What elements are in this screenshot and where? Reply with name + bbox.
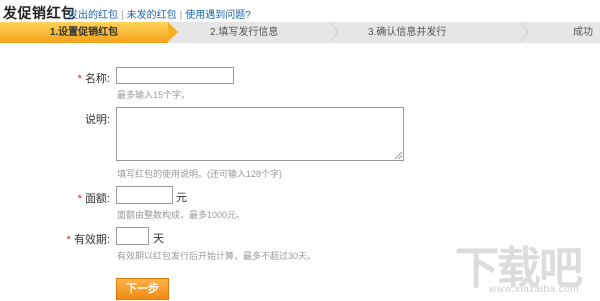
step-divider-icon <box>329 21 339 42</box>
description-label: 说明: <box>30 111 110 127</box>
page-header: 发促销红包 发出的红包 | 未发的红包 | 使用遇到问题? <box>0 0 600 22</box>
watermark-logo: 下载吧 www.xiazaiba.com <box>455 232 595 300</box>
name-hint: 最多输入15个字。 <box>117 90 191 100</box>
header-links: 发出的红包 | 未发的红包 | 使用遇到问题? <box>68 6 251 21</box>
name-label-text: 名称: <box>84 73 110 85</box>
description-hint: 填写红包的使用说明。(还可输入128个字) <box>117 169 283 179</box>
name-label: * 名称: <box>30 70 110 86</box>
step-1-active: 1.设置促销红包 <box>0 22 178 43</box>
amount-unit: 元 <box>176 192 187 204</box>
required-mark: * <box>77 193 82 205</box>
watermark-url: www.xiazaiba.com <box>489 284 580 295</box>
amount-label-text: 面额: <box>84 193 110 205</box>
name-input[interactable] <box>116 67 234 84</box>
validity-unit: 天 <box>153 233 164 245</box>
amount-input[interactable] <box>116 186 173 204</box>
validity-input[interactable] <box>116 227 149 245</box>
page-title: 发促销红包 <box>3 5 76 21</box>
step-label: 1.设置促销红包 <box>49 27 119 38</box>
validity-hint: 有效期以红包发行后开始计算，最多不超过30天。 <box>117 251 317 261</box>
step-2: 2.填写发行信息 <box>210 27 279 38</box>
step-arrow-icon <box>168 22 178 42</box>
description-textarea[interactable] <box>116 107 404 161</box>
link-separator: | <box>121 10 124 21</box>
description-label-text: 说明: <box>84 114 110 126</box>
step-progress-bar: 1.设置促销红包 2.填写发行信息 3.确认信息并发行 成功 <box>0 21 600 43</box>
required-mark: * <box>77 73 82 85</box>
link-sent-packets[interactable]: 发出的红包 <box>68 10 118 21</box>
amount-hint: 面额由整数构成，最多1000元。 <box>117 210 246 220</box>
amount-label: * 面额: <box>30 190 110 206</box>
step-3: 3.确认信息并发行 <box>368 27 447 38</box>
link-separator: | <box>179 10 183 21</box>
required-mark: * <box>66 234 71 246</box>
link-unsent-packets[interactable]: 未发的红包 <box>127 10 177 21</box>
step-4: 成功 <box>573 27 593 38</box>
resize-grip-icon[interactable] <box>395 152 402 159</box>
validity-label-text: 有效期: <box>73 234 110 246</box>
next-step-button[interactable]: 下一步 <box>116 278 169 300</box>
step-divider-icon <box>519 21 529 42</box>
link-help[interactable]: 使用遇到问题? <box>185 10 251 21</box>
validity-label: * 有效期: <box>30 231 110 247</box>
